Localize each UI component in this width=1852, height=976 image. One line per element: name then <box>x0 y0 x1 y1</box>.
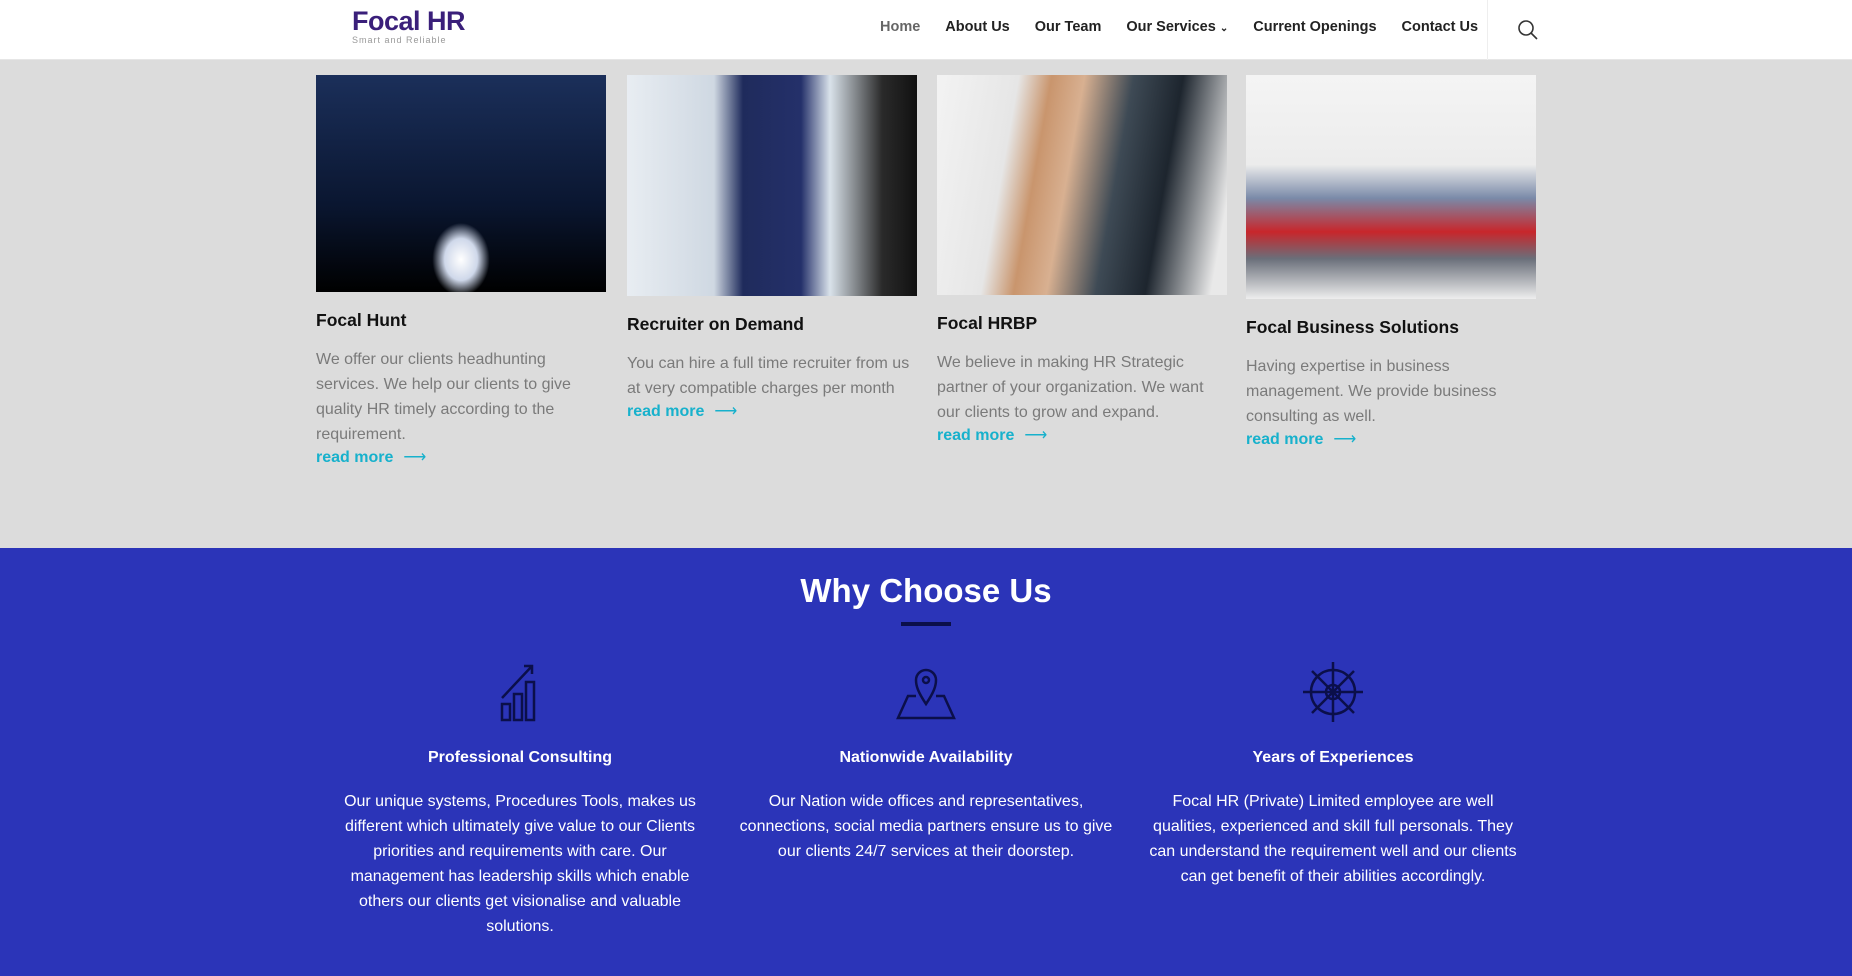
service-title: Focal Hunt <box>316 310 407 330</box>
arrow-right-icon: ⟶ <box>714 403 738 420</box>
feature-title: Years of Experiences <box>1252 749 1414 766</box>
feature-item: Years of Experiences Focal HR (Private) … <box>1143 660 1523 889</box>
nav-about-us[interactable]: About Us <box>945 19 1009 35</box>
site-header: Focal HR Smart and Reliable Home About U… <box>0 0 1852 60</box>
read-more-label: read more <box>316 449 394 466</box>
read-more-link[interactable]: read more ⟶ <box>316 447 606 467</box>
main-nav: Home About Us Our Team Our Services ⌄ Cu… <box>880 19 1478 35</box>
read-more-link[interactable]: read more ⟶ <box>937 425 1227 445</box>
feature-text: Our unique systems, Procedures Tools, ma… <box>344 793 696 935</box>
service-desc: We believe in making HR Strategic partne… <box>937 354 1204 421</box>
logo-text: Focal HR <box>352 6 466 36</box>
nav-divider <box>1487 0 1488 60</box>
service-image <box>937 75 1227 295</box>
service-title: Focal HRBP <box>937 313 1038 333</box>
service-title: Focal Business Solutions <box>1246 317 1459 337</box>
nav-our-team[interactable]: Our Team <box>1035 19 1102 35</box>
logo[interactable]: Focal HR Smart and Reliable <box>352 6 472 52</box>
service-title: Recruiter on Demand <box>627 314 804 334</box>
nav-our-services[interactable]: Our Services ⌄ <box>1126 19 1228 35</box>
service-image <box>1246 75 1536 299</box>
map-pin-icon <box>896 668 956 720</box>
search-icon[interactable] <box>1517 19 1539 41</box>
arrow-right-icon: ⟶ <box>1333 431 1357 448</box>
service-image <box>627 75 917 296</box>
bar-chart-growth-icon <box>500 664 536 722</box>
service-card: Focal Hunt We offer our clients headhunt… <box>316 75 606 467</box>
ship-wheel-icon <box>1303 662 1363 722</box>
feature-item: Nationwide Availability Our Nation wide … <box>736 660 1116 864</box>
nav-current-openings[interactable]: Current Openings <box>1253 19 1376 35</box>
service-desc: We offer our clients headhunting service… <box>316 351 571 443</box>
feature-text: Focal HR (Private) Limited employee are … <box>1149 793 1517 885</box>
title-underline <box>901 622 951 626</box>
read-more-label: read more <box>937 427 1015 444</box>
chevron-down-icon: ⌄ <box>1219 23 1229 34</box>
section-title: Why Choose Us <box>800 572 1052 609</box>
arrow-right-icon: ⟶ <box>1024 427 1048 444</box>
read-more-link[interactable]: read more ⟶ <box>1246 429 1536 449</box>
nav-our-services-label: Our Services <box>1126 19 1216 35</box>
service-card: Focal Business Solutions Having expertis… <box>1246 75 1536 449</box>
read-more-link[interactable]: read more ⟶ <box>627 401 917 421</box>
why-choose-us-section: Why Choose Us Professional Consulting Ou… <box>0 548 1852 976</box>
arrow-right-icon: ⟶ <box>403 449 427 466</box>
service-desc: You can hire a full time recruiter from … <box>627 355 910 397</box>
feature-title: Professional Consulting <box>427 749 612 766</box>
nav-contact-us[interactable]: Contact Us <box>1402 19 1479 35</box>
read-more-label: read more <box>1246 431 1324 448</box>
feature-title: Nationwide Availability <box>839 749 1013 766</box>
nav-home[interactable]: Home <box>880 19 920 35</box>
service-desc: Having expertise in business management.… <box>1246 358 1497 425</box>
feature-text: Our Nation wide offices and representati… <box>739 793 1113 860</box>
service-card: Focal HRBP We believe in making HR Strat… <box>937 75 1227 445</box>
read-more-label: read more <box>627 403 705 420</box>
service-image <box>316 75 606 292</box>
feature-item: Professional Consulting Our unique syste… <box>330 660 710 939</box>
service-card: Recruiter on Demand You can hire a full … <box>627 75 917 421</box>
